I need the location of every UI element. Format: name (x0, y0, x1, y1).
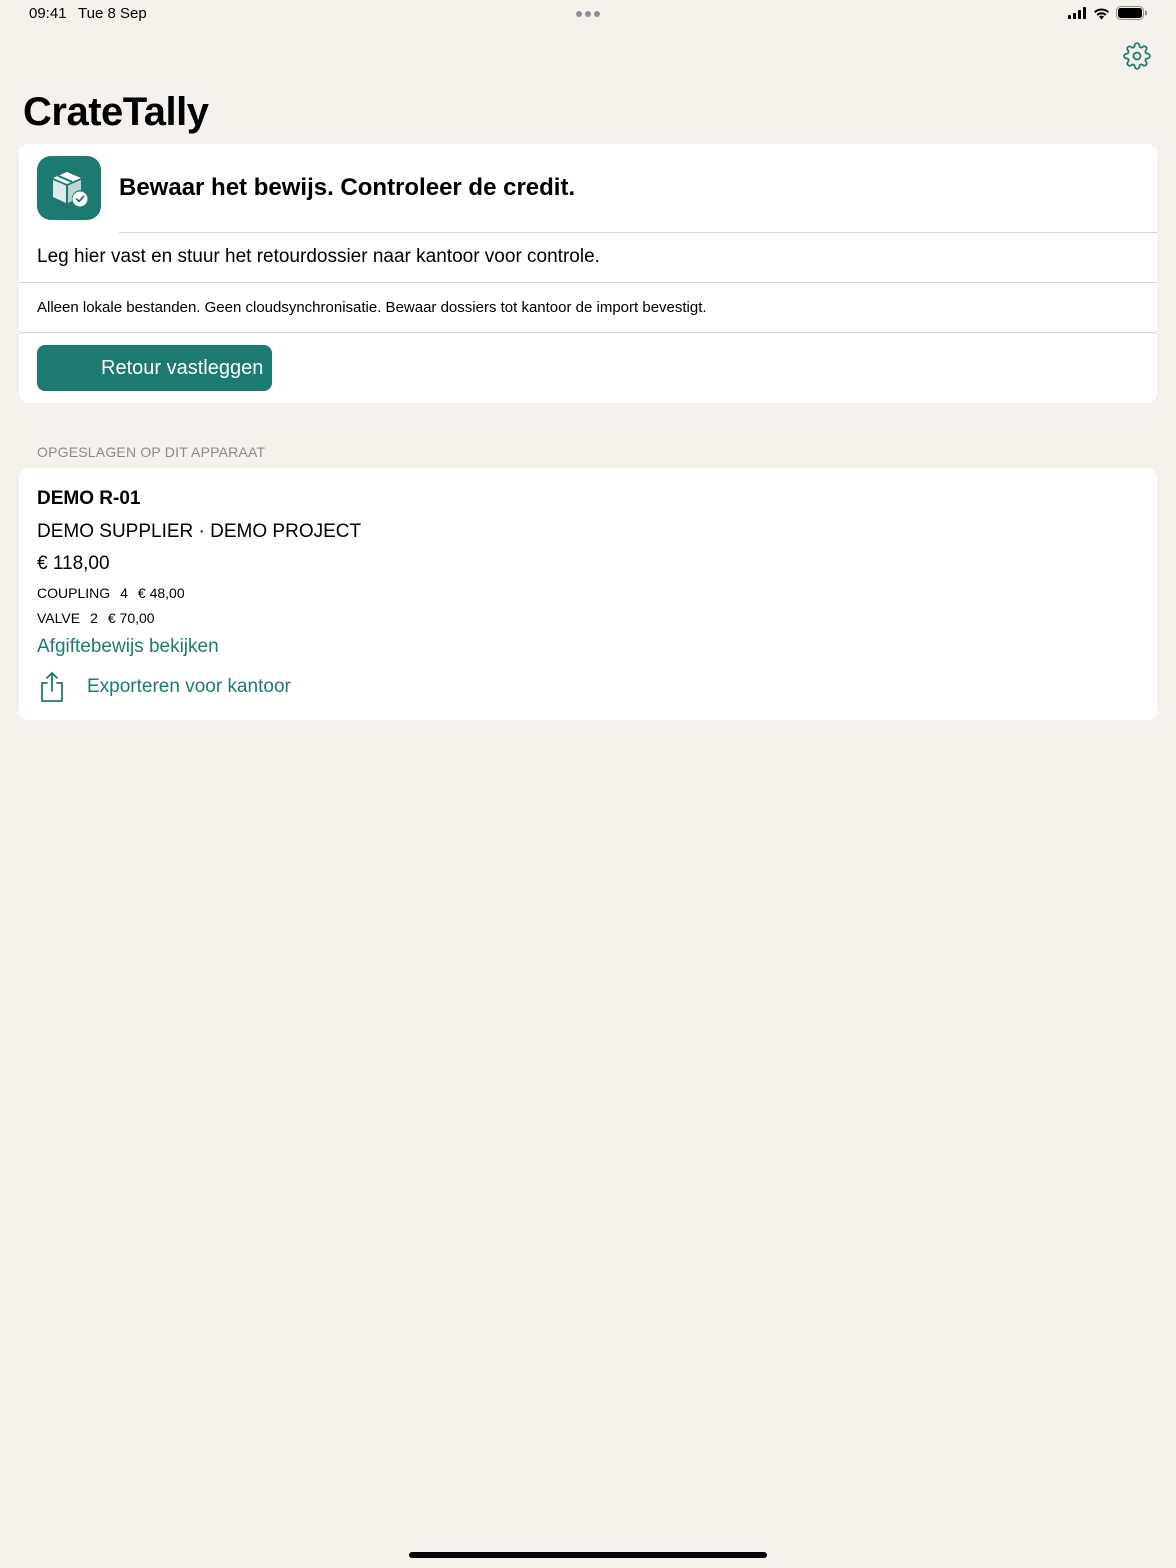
record-total: € 118,00 (37, 553, 110, 574)
section-header-saved: OPGESLAGEN OP DIT APPARAAT (37, 444, 266, 460)
record-subtitle: DEMO SUPPLIER · DEMO PROJECT (37, 521, 362, 542)
divider (19, 332, 1157, 333)
divider (119, 232, 1157, 233)
home-indicator[interactable] (409, 1552, 767, 1558)
multitasking-dots[interactable] (576, 11, 600, 17)
hero-note: Alleen lokale bestanden. Geen cloudsynch… (37, 299, 707, 316)
line-item-qty: 4 (120, 585, 128, 601)
status-time: 09:41 (29, 5, 67, 22)
hero-title: Bewaar het bewijs. Controleer de credit. (119, 174, 576, 201)
line-item-amount: € 70,00 (107, 610, 155, 626)
cellular-signal-icon (1068, 7, 1086, 19)
box-check-icon (37, 156, 101, 220)
battery-icon (1116, 6, 1147, 20)
line-item-name: VALVE (37, 610, 81, 626)
gear-icon (1123, 42, 1151, 70)
record-card: DEMO R-01 DEMO SUPPLIER · DEMO PROJECT €… (19, 468, 1157, 720)
export-label: Exporteren voor kantoor (87, 676, 291, 697)
status-bar: 09:41 Tue 8 Sep (0, 0, 1176, 28)
export-button[interactable]: Exporteren voor kantoor (37, 670, 291, 704)
hero-card: Bewaar het bewijs. Controleer de credit.… (19, 144, 1157, 403)
wifi-icon (1094, 7, 1109, 19)
settings-button[interactable] (1123, 42, 1151, 70)
line-item-amount: € 48,00 (137, 585, 185, 601)
divider (19, 282, 1157, 283)
hero-description: Leg hier vast en stuur het retourdossier… (37, 246, 600, 267)
view-receipt-link[interactable]: Afgiftebewijs bekijken (37, 636, 219, 658)
page-title: CrateTally (23, 90, 209, 134)
share-icon (37, 670, 67, 704)
line-item-name: COUPLING (37, 585, 111, 601)
line-item: VALVE 2 € 70,00 (37, 610, 155, 626)
line-item-qty: 2 (90, 610, 98, 626)
status-date: Tue 8 Sep (78, 5, 147, 22)
record-id: DEMO R-01 (37, 488, 141, 509)
line-item: COUPLING 4 € 48,00 (37, 585, 185, 601)
record-return-button[interactable]: Retour vastleggen (37, 345, 272, 391)
status-icons (1068, 6, 1147, 20)
